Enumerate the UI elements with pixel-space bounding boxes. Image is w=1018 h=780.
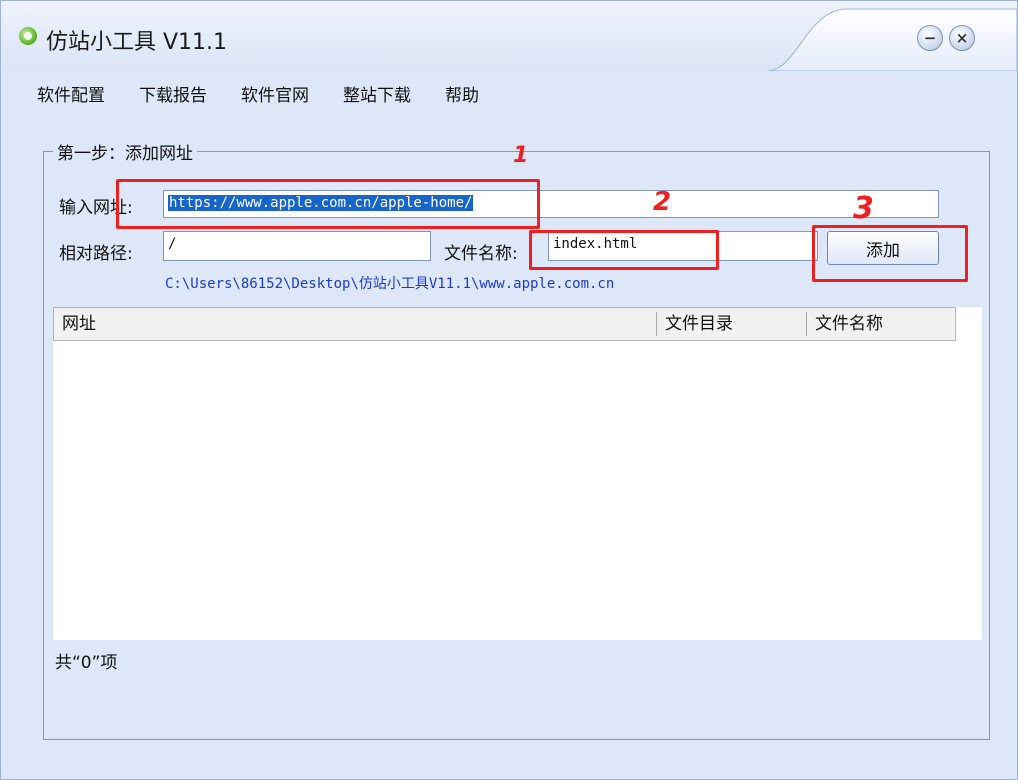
annotation-box-url: [116, 179, 540, 229]
menu-item-software-config[interactable]: 软件配置: [37, 81, 105, 106]
menu-item-site-download[interactable]: 整站下载: [343, 81, 411, 106]
close-button[interactable]: ×: [949, 25, 975, 51]
annotation-box-add: [812, 225, 968, 282]
filename-label: 文件名称:: [444, 244, 518, 264]
window-title: 仿站小工具 V11.1: [46, 30, 228, 55]
annotation-number-2: 2: [653, 187, 672, 217]
item-count-text: 共“0”项: [55, 653, 118, 673]
annotation-box-filename: [529, 230, 719, 270]
menu-item-download-report[interactable]: 下载报告: [139, 81, 207, 106]
menu-item-official-site[interactable]: 软件官网: [241, 81, 309, 106]
step-title: 第一步：添加网址: [53, 139, 197, 164]
column-header-filename[interactable]: 文件名称: [807, 308, 955, 340]
app-window: 仿站小工具 V11.1 − × 软件配置 下载报告 软件官网 整站下载 帮助 第…: [0, 0, 1018, 780]
column-header-directory[interactable]: 文件目录: [657, 308, 807, 340]
menu-item-help[interactable]: 帮助: [445, 81, 479, 106]
url-list[interactable]: 网址 文件目录 文件名称: [53, 307, 982, 640]
list-header: 网址 文件目录 文件名称: [53, 307, 956, 341]
column-header-url[interactable]: 网址: [54, 308, 654, 340]
minimize-button[interactable]: −: [917, 25, 943, 51]
relative-path-label: 相对路径:: [59, 244, 133, 264]
annotation-number-1: 1: [513, 143, 529, 168]
save-path-text: C:\Users\86152\Desktop\仿站小工具V11.1\www.ap…: [165, 276, 615, 292]
annotation-number-3: 3: [853, 191, 874, 226]
title-bar[interactable]: 仿站小工具 V11.1 − ×: [1, 1, 1017, 71]
relative-path-input[interactable]: /: [163, 231, 431, 261]
app-logo-icon: [19, 27, 37, 45]
title-bar-decoration: [767, 8, 1017, 71]
